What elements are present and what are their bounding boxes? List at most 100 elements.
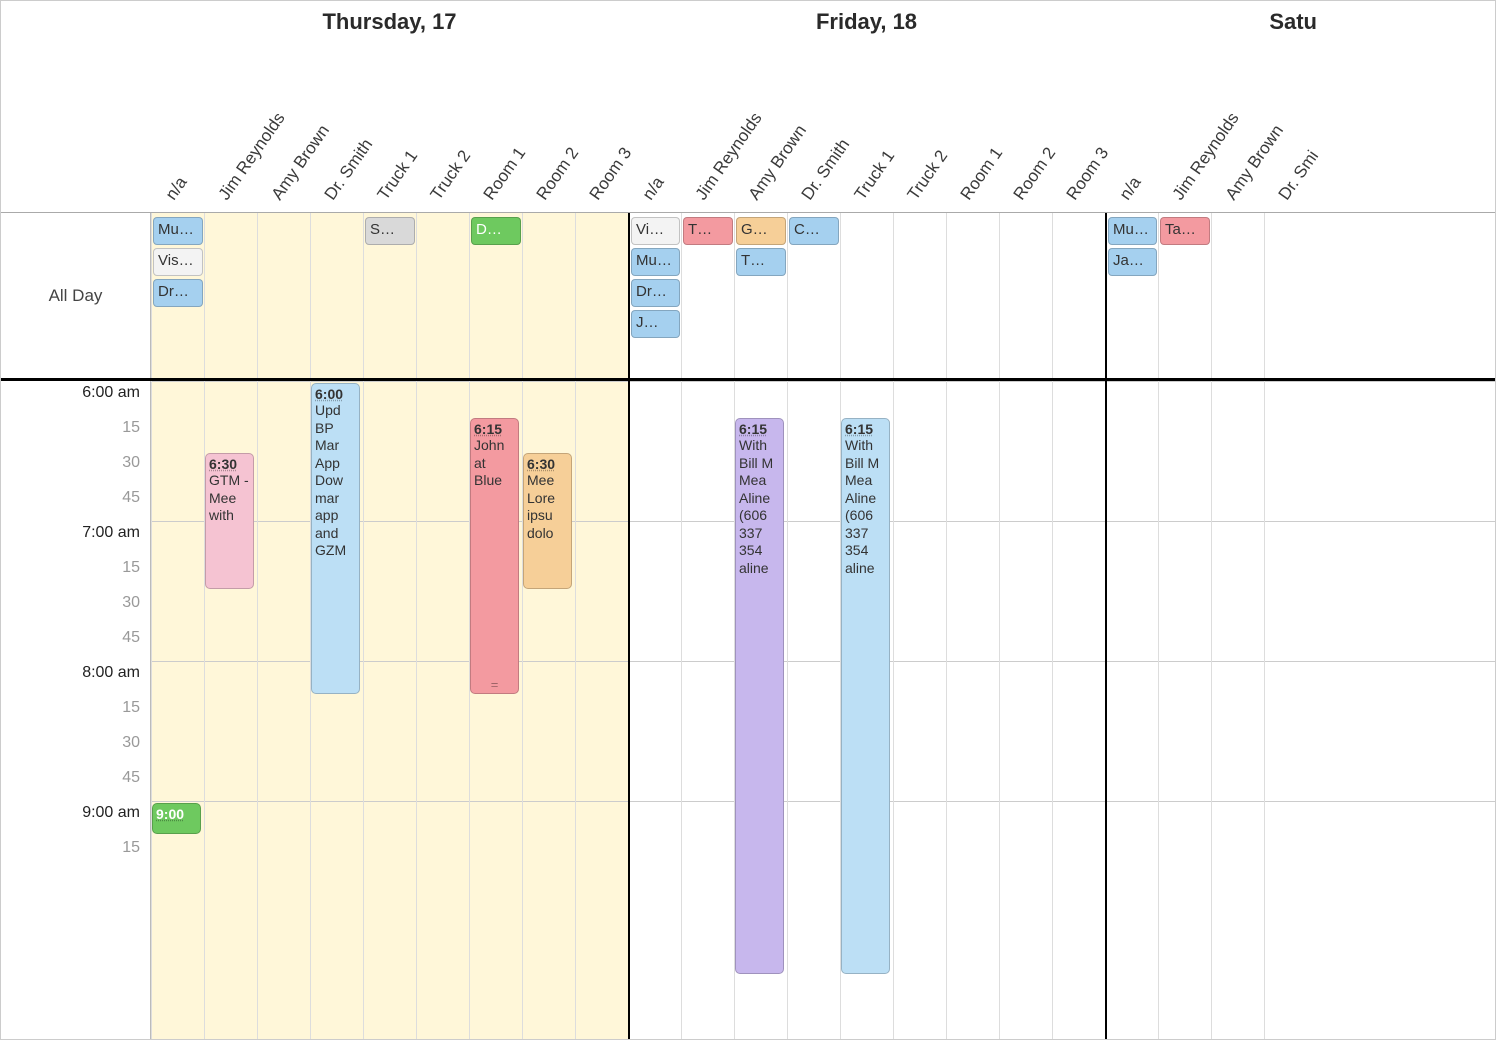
all-day-cell[interactable] <box>840 213 893 378</box>
event-time: 6:15 <box>845 421 886 437</box>
resource-column-header[interactable]: Dr. Smith <box>787 43 840 212</box>
resource-column-header[interactable]: n/a <box>628 43 681 212</box>
calendar-event[interactable]: 6:30GTM - Mee with <box>205 453 254 589</box>
timed-grid[interactable]: 6:00 am1530457:00 am1530458:00 am1530459… <box>1 381 1495 1039</box>
all-day-cell[interactable]: Vi… Mu… Dr… J… <box>628 213 681 378</box>
column-separator <box>1158 381 1159 1039</box>
day-header[interactable]: Friday, 18 <box>628 1 1105 43</box>
resource-column-header[interactable]: Room 1 <box>469 43 522 212</box>
resource-column-header[interactable]: Truck 1 <box>363 43 416 212</box>
column-separator <box>363 381 364 1039</box>
all-day-event[interactable]: Mu… <box>1108 217 1157 245</box>
column-separator <box>681 381 682 1039</box>
all-day-cell[interactable]: D… <box>469 213 522 378</box>
resource-column-header[interactable]: Room 2 <box>999 43 1052 212</box>
all-day-event[interactable]: T… <box>736 248 786 276</box>
calendar-event[interactable]: 6:00Upd BP Mar App Dow mar app and GZM <box>311 383 360 694</box>
day-header[interactable]: Thursday, 17 <box>151 1 628 43</box>
calendar-event[interactable]: 9:00 <box>152 803 201 834</box>
resource-label: Truck 1 <box>850 147 899 204</box>
all-day-event[interactable]: S… <box>365 217 415 245</box>
all-day-cell[interactable]: C… <box>787 213 840 378</box>
resource-header-spacer <box>1 43 151 212</box>
event-title: Mee Lore ipsu dolo <box>527 472 568 542</box>
all-day-cell[interactable]: S… <box>363 213 416 378</box>
resource-column-header[interactable]: Truck 2 <box>893 43 946 212</box>
calendar-event[interactable]: 6:30Mee Lore ipsu dolo <box>523 453 572 589</box>
all-day-cell[interactable]: Mu… Ja… <box>1105 213 1158 378</box>
all-day-cell[interactable] <box>893 213 946 378</box>
column-separator <box>1052 381 1053 1039</box>
column-separator <box>416 381 417 1039</box>
all-day-cell[interactable] <box>946 213 999 378</box>
all-day-event[interactable]: C… <box>789 217 839 245</box>
resource-column-header[interactable]: Amy Brown <box>1211 43 1264 212</box>
time-axis: 6:00 am1530457:00 am1530458:00 am1530459… <box>1 381 151 1039</box>
all-day-event[interactable]: D… <box>471 217 521 245</box>
resource-column-header[interactable]: Jim Reynolds <box>681 43 734 212</box>
all-day-cell[interactable] <box>1211 213 1264 378</box>
resource-column-header[interactable]: Jim Reynolds <box>1158 43 1211 212</box>
resource-column-header[interactable]: n/a <box>151 43 204 212</box>
resource-column-header[interactable]: Dr. Smi <box>1264 43 1317 212</box>
all-day-event[interactable]: Ta… <box>1160 217 1210 245</box>
resource-column-header[interactable]: Amy Brown <box>734 43 787 212</box>
all-day-cell[interactable] <box>999 213 1052 378</box>
all-day-event[interactable]: T… <box>683 217 733 245</box>
all-day-event[interactable]: Mu… <box>631 248 680 276</box>
resource-column-header[interactable]: Truck 2 <box>416 43 469 212</box>
all-day-cell[interactable] <box>310 213 363 378</box>
resource-column-header[interactable]: n/a <box>1105 43 1158 212</box>
all-day-cell[interactable] <box>575 213 628 378</box>
all-day-cell[interactable]: T… <box>681 213 734 378</box>
resource-label: n/a <box>638 173 668 204</box>
event-time: 6:15 <box>739 421 780 437</box>
column-separator <box>1211 381 1212 1039</box>
all-day-event[interactable]: G… <box>736 217 786 245</box>
resource-column-header[interactable]: Jim Reynolds <box>204 43 257 212</box>
all-day-cell[interactable]: G… T… <box>734 213 787 378</box>
column-separator <box>1264 381 1265 1039</box>
day-header[interactable]: Satu <box>1105 1 1317 43</box>
calendar-event[interactable]: 6:15John at Blue= <box>470 418 519 694</box>
resource-column-header[interactable]: Room 3 <box>575 43 628 212</box>
calendar-event[interactable]: 6:15With Bill M Mea Aline (606 337 354 a… <box>841 418 890 974</box>
resource-column-header[interactable]: Truck 1 <box>840 43 893 212</box>
event-title: With Bill M Mea Aline (606 337 354 aline <box>739 437 780 577</box>
all-day-cell[interactable] <box>416 213 469 378</box>
all-day-event[interactable]: Dr… <box>153 279 203 307</box>
all-day-label: All Day <box>1 213 151 378</box>
event-grid[interactable]: 6:30GTM - Mee with 6:00Upd BP Mar App Dow… <box>151 381 1495 1039</box>
resource-column-header[interactable]: Room 1 <box>946 43 999 212</box>
resource-column-header[interactable]: Room 3 <box>1052 43 1105 212</box>
all-day-event[interactable]: J… <box>631 310 680 338</box>
all-day-cell[interactable] <box>1052 213 1105 378</box>
all-day-event[interactable]: Dr… <box>631 279 680 307</box>
calendar-event[interactable]: 6:15With Bill M Mea Aline (606 337 354 a… <box>735 418 784 974</box>
resource-label: n/a <box>161 173 191 204</box>
all-day-event[interactable]: Vis… <box>153 248 203 276</box>
column-separator <box>893 381 894 1039</box>
all-day-row: All Day Mu…Vis…Dr…S…D…Vi…Mu…Dr…J…T…G…T…C… <box>1 213 1495 381</box>
all-day-event[interactable]: Mu… <box>153 217 203 245</box>
day-header-row: Thursday, 17Friday, 18Satu <box>1 1 1495 43</box>
all-day-cell[interactable]: Ta… <box>1158 213 1211 378</box>
event-time: 6:30 <box>527 456 568 472</box>
all-day-event[interactable]: Vi… <box>631 217 680 245</box>
event-title: Upd BP Mar App Dow mar app and GZM <box>315 402 356 560</box>
resource-column-header[interactable]: Amy Brown <box>257 43 310 212</box>
all-day-cell[interactable]: Mu… Vis… Dr… <box>151 213 204 378</box>
resource-label: Dr. Smi <box>1274 147 1322 204</box>
time-label: 15 <box>122 419 140 437</box>
resize-handle-icon[interactable]: = <box>491 678 499 691</box>
all-day-cell[interactable] <box>522 213 575 378</box>
resource-column-header[interactable]: Dr. Smith <box>310 43 363 212</box>
all-day-cell[interactable] <box>257 213 310 378</box>
resource-label: n/a <box>1115 173 1145 204</box>
multi-day-resource-calendar: Thursday, 17Friday, 18Satu n/a Jim Reynol… <box>0 0 1496 1040</box>
all-day-cell[interactable] <box>1264 213 1317 378</box>
resource-column-header[interactable]: Room 2 <box>522 43 575 212</box>
column-separator <box>575 381 576 1039</box>
all-day-cell[interactable] <box>204 213 257 378</box>
all-day-event[interactable]: Ja… <box>1108 248 1157 276</box>
